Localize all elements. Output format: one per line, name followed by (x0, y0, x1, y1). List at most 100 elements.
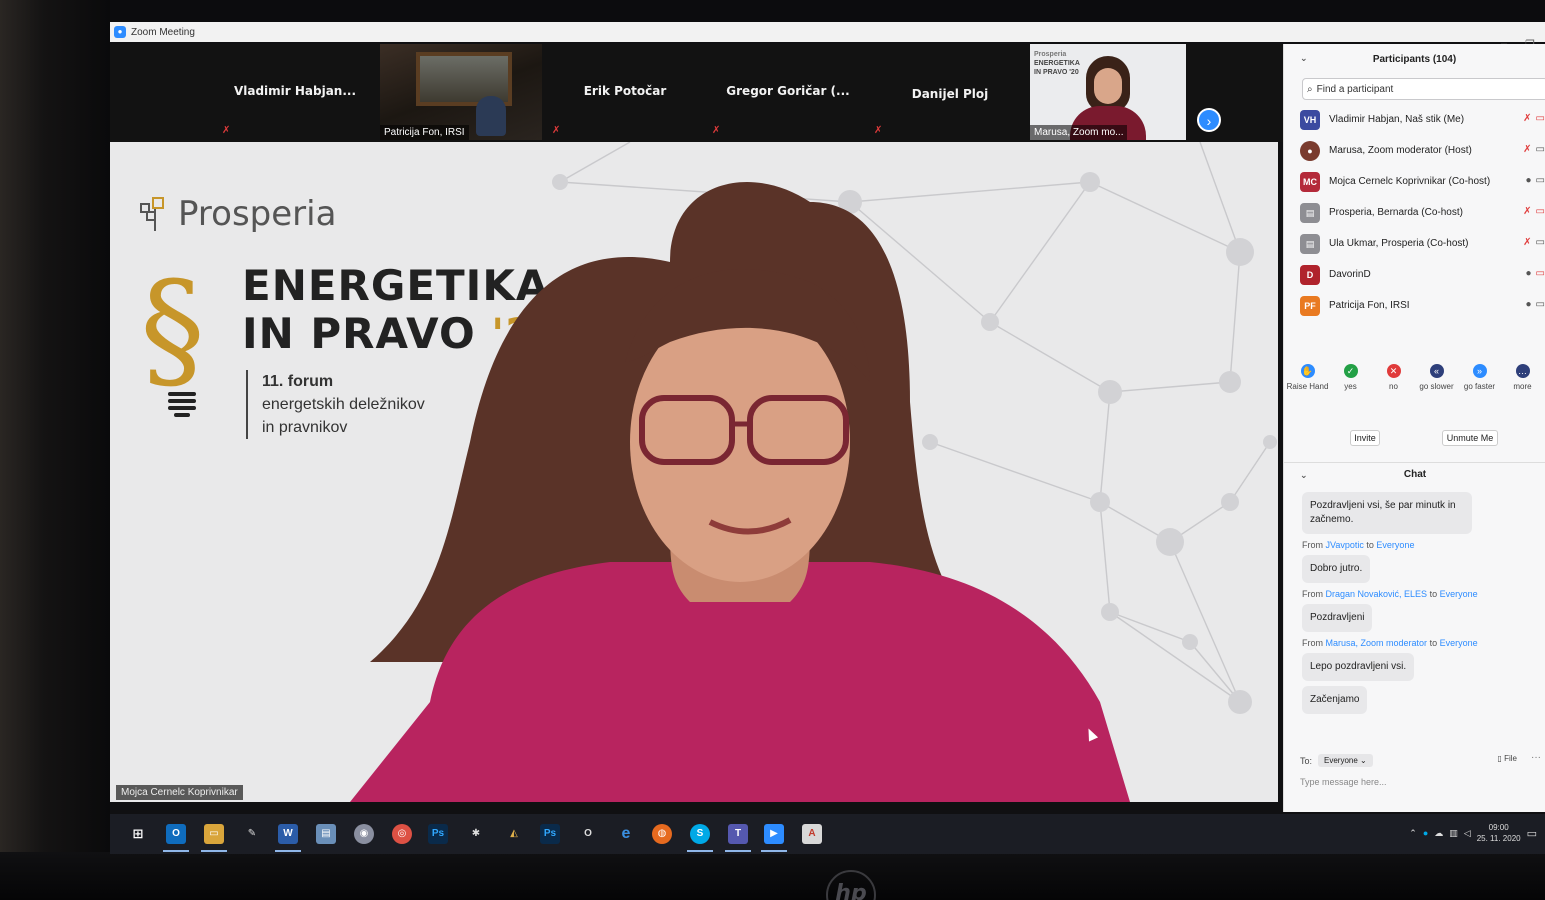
photoshop-2-icon[interactable]: Ps (540, 824, 560, 844)
mic-icon[interactable]: ● (1526, 175, 1532, 186)
windows-start-icon[interactable]: ⊞ (128, 824, 148, 844)
chevron-down-icon[interactable]: ⌄ (1300, 53, 1308, 64)
video-off-icon[interactable]: ▭ (1536, 113, 1545, 124)
mic-muted-icon[interactable]: ✗ (1523, 113, 1531, 124)
video-icon[interactable]: ▭ (1536, 237, 1545, 248)
firefox-icon[interactable]: ◍ (652, 824, 672, 844)
avatar: D (1300, 264, 1320, 285)
acrobat-icon[interactable]: A (802, 824, 822, 844)
video-tile[interactable]: ✗ Danijel Ploj (872, 44, 1028, 140)
skype-tray-icon[interactable]: ● (1423, 828, 1428, 838)
chat-more-icon[interactable]: ··· (1531, 752, 1541, 763)
skype-icon[interactable]: S (690, 824, 710, 844)
taskbar: ⊞ O ▭ ✎ W ▤ ◉ ◎ Ps ✱ ◭ Ps O e ◍ S T ▶ A … (110, 814, 1545, 854)
search-placeholder: Find a participant (1316, 83, 1394, 95)
office-icon[interactable]: O (578, 824, 598, 844)
sender-name[interactable]: JVavpotic (1326, 540, 1364, 550)
slide-text: Prosperia (1034, 51, 1067, 58)
volume-icon[interactable]: ◁ (1464, 828, 1471, 839)
no-button[interactable]: ✕ no (1372, 364, 1415, 391)
participant-row[interactable]: ● Marusa, Zoom moderator (Host) ✗ ▭ (1284, 135, 1545, 166)
zoom-logo-icon: ● (114, 26, 126, 38)
slide-thumbnail: Prosperia ENERGETIKA IN PRAVO '20 (1034, 50, 1080, 77)
photoshop-icon[interactable]: Ps (428, 824, 448, 844)
mic-muted-icon[interactable]: ✗ (1523, 144, 1531, 155)
participant-controls: ● ▭ (1526, 175, 1545, 186)
app-bubble-icon[interactable]: ◉ (354, 824, 374, 844)
pen-icon[interactable]: ✎ (242, 824, 262, 844)
participant-row[interactable]: MC Mojca Cernelc Koprivnikar (Co-host) ●… (1284, 166, 1545, 197)
video-tile[interactable]: Vladimir Habjan... ✗ (220, 44, 370, 140)
satellite-icon[interactable]: ✱ (466, 824, 486, 844)
chat-input[interactable]: Type message here... (1300, 777, 1387, 787)
network-icon[interactable]: ▥ (1449, 828, 1458, 839)
participant-row[interactable]: D DavorinD ● ▭ (1284, 259, 1545, 290)
video-tile[interactable]: Patricija Fon, IRSI (380, 44, 542, 140)
teams-icon[interactable]: T (728, 824, 748, 844)
video-off-icon[interactable]: ▭ (1536, 206, 1545, 217)
raise-hand-button[interactable]: ✋ Raise Hand (1286, 364, 1329, 391)
monitor-bezel-left (0, 0, 110, 900)
mic-muted-icon: ✗ (222, 125, 231, 136)
zoom-icon[interactable]: ▶ (764, 824, 784, 844)
cloud-icon[interactable]: ☁ (1434, 828, 1443, 839)
go-slower-button[interactable]: « go slower (1415, 364, 1458, 391)
go-faster-button[interactable]: » go faster (1458, 364, 1501, 391)
recipient-value: Everyone (1324, 756, 1358, 765)
participant-row[interactable]: ▤ Prosperia, Bernarda (Co-host) ✗ ▭ (1284, 197, 1545, 228)
video-off-icon[interactable]: ▭ (1536, 268, 1545, 279)
next-page-arrow-icon[interactable]: › (1197, 108, 1221, 132)
chat-sender: From Marusa, Zoom moderator to Everyone (1284, 638, 1545, 648)
file-explorer-icon[interactable]: ▭ (204, 824, 224, 844)
from-prefix: From (1302, 638, 1323, 648)
participant-search[interactable]: ⌕ Find a participant (1302, 78, 1545, 100)
yes-button[interactable]: ✓ yes (1329, 364, 1372, 391)
sender-name[interactable]: Marusa, Zoom moderator (1326, 638, 1428, 648)
to-word: to (1429, 638, 1438, 648)
chevron-down-icon[interactable]: ⌄ (1300, 470, 1308, 481)
tool-icon[interactable]: ◭ (504, 824, 524, 844)
video-tile[interactable]: ✗ Gregor Goričar (... (710, 44, 866, 140)
unmute-me-button[interactable]: Unmute Me (1442, 430, 1498, 446)
clock[interactable]: 09:00 25. 11. 2020 (1477, 822, 1521, 844)
chat-recipient: To: Everyone ⌄ (1300, 754, 1373, 767)
participant-row[interactable]: ▤ Ula Ukmar, Prosperia (Co-host) ✗ ▭ (1284, 228, 1545, 259)
avatar: VH (1300, 109, 1320, 130)
participant-row[interactable]: PF Patricija Fon, IRSI ● ▭ (1284, 290, 1545, 321)
outlook-icon[interactable]: O (166, 824, 186, 844)
notepad-icon[interactable]: ▤ (316, 824, 336, 844)
participant-name: Patricija Fon, IRSI (1329, 300, 1410, 311)
reaction-label: no (1389, 382, 1398, 391)
screen: ● Zoom Meeting – ❐ Vladimir Habjan... ✗ … (110, 22, 1545, 854)
file-icon: ▯ (1497, 754, 1502, 763)
active-indicator (725, 850, 751, 852)
video-tile[interactable]: ✗ Erik Potočar (550, 44, 700, 140)
chevron-up-icon[interactable]: ⌃ (1409, 828, 1417, 839)
reaction-label: yes (1344, 382, 1357, 391)
edge-icon[interactable]: e (616, 824, 636, 844)
video-tile[interactable]: Prosperia ENERGETIKA IN PRAVO '20 Marusa… (1030, 44, 1186, 140)
active-speaker-video: Prosperia § ENERGETIKA IN PRAVO '20 11. … (110, 142, 1278, 802)
notifications-icon[interactable]: ▭ (1527, 827, 1537, 840)
file-button[interactable]: ▯ File (1497, 754, 1517, 763)
mic-muted-icon[interactable]: ✗ (1523, 237, 1531, 248)
sender-name[interactable]: Dragan Novaković, ELES (1326, 589, 1428, 599)
participant-row[interactable]: VH Vladimir Habjan, Naš stik (Me) ✗ ▭ (1284, 104, 1545, 135)
mic-icon[interactable]: ● (1526, 268, 1532, 279)
participant-controls: ✗ ▭ (1523, 206, 1545, 217)
avatar: ● (1300, 140, 1320, 161)
participant-controls: ✗ ▭ (1523, 237, 1545, 248)
recipient-dropdown[interactable]: Everyone ⌄ (1318, 754, 1373, 767)
mic-icon[interactable]: ● (1526, 299, 1532, 310)
participant-name: Erik Potočar (583, 84, 667, 98)
video-icon[interactable]: ▭ (1536, 175, 1545, 186)
recipient-name: Everyone (1439, 589, 1478, 599)
word-icon[interactable]: W (278, 824, 298, 844)
chrome-icon[interactable]: ◎ (392, 824, 412, 844)
more-button[interactable]: … more (1501, 364, 1544, 391)
video-icon[interactable]: ▭ (1536, 299, 1545, 310)
invite-button[interactable]: Invite (1350, 430, 1380, 446)
mic-muted-icon[interactable]: ✗ (1523, 206, 1531, 217)
video-icon[interactable]: ▭ (1536, 144, 1545, 155)
active-indicator (163, 850, 189, 852)
